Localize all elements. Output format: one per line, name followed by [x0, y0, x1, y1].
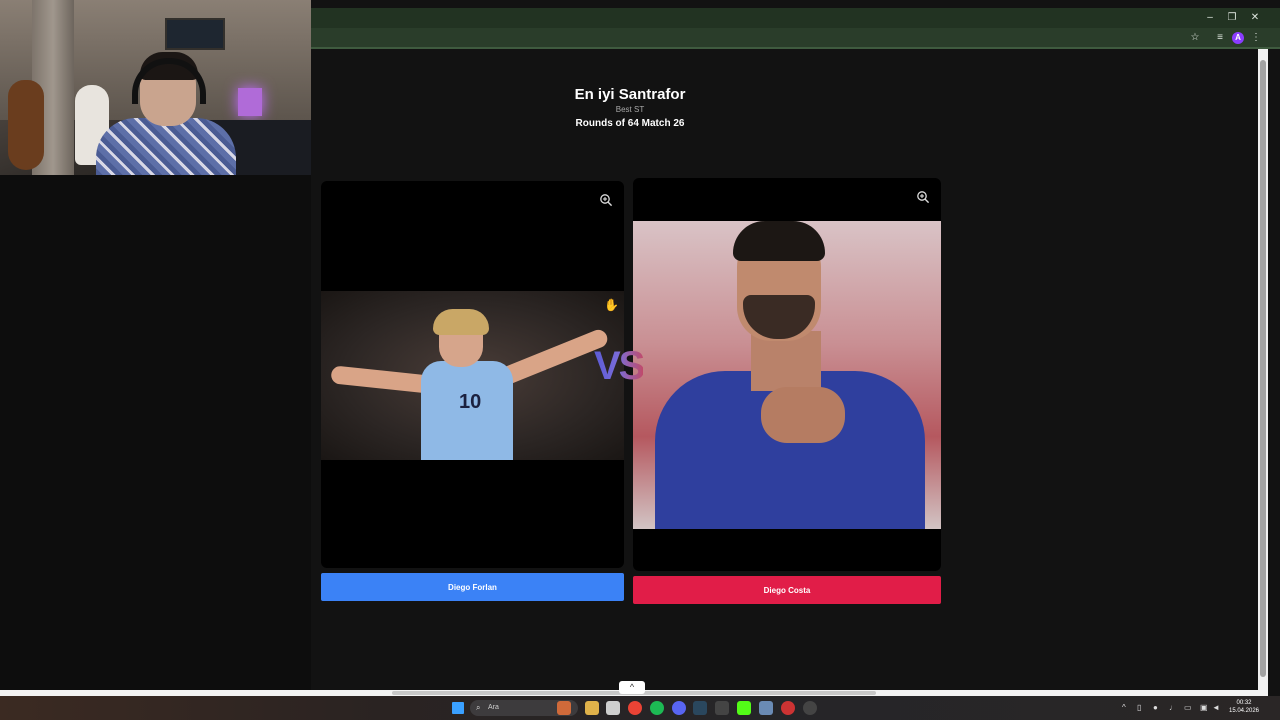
player-photo-right[interactable] [633, 221, 941, 529]
volume-icon[interactable]: ◄ [1212, 702, 1220, 714]
windows-start-icon[interactable] [452, 702, 464, 714]
minimize-button[interactable]: – [1199, 8, 1221, 28]
kick-icon[interactable] [737, 701, 751, 715]
network-icon[interactable]: ▣ [1200, 702, 1208, 714]
screen: – ❐ ✕ ☆ ≡ A ⋮ En iyi Santrafor Best ST R… [0, 0, 1280, 720]
vs-label: VS [594, 344, 645, 388]
menu-icon[interactable]: ⋮ [1249, 31, 1263, 45]
hand-cursor-icon: ✋ [604, 298, 619, 312]
restore-button[interactable]: ❐ [1221, 8, 1243, 28]
chrome-icon[interactable] [628, 701, 642, 715]
webcam-wall-picture [165, 18, 225, 50]
usb-icon[interactable]: ▯ [1137, 702, 1141, 714]
clock-time: 00:32 [1236, 700, 1252, 706]
clock-date: 15.04.2026 [1228, 708, 1260, 714]
discord-icon[interactable] [672, 701, 686, 715]
zoom-in-icon[interactable] [916, 190, 930, 204]
reading-list-icon[interactable]: ≡ [1213, 31, 1227, 45]
choose-left-button[interactable]: Diego Forlan [321, 573, 624, 601]
webcam-guitar [8, 80, 44, 170]
microphone-icon[interactable]: ♩ [1169, 702, 1177, 714]
taskbar-app-icon[interactable] [557, 701, 571, 715]
browser-titlebar [311, 8, 1280, 28]
jersey-number: 10 [459, 391, 482, 413]
obs-icon[interactable] [803, 701, 817, 715]
player-photo-left[interactable]: 10 [321, 291, 624, 460]
webcam-rgb-light [238, 88, 262, 116]
webcam-overlay [0, 0, 311, 175]
calendar-icon[interactable] [606, 701, 620, 715]
photo-hair [733, 221, 825, 261]
star-icon[interactable]: ☆ [1188, 31, 1202, 45]
profile-icon[interactable]: A [1232, 32, 1244, 44]
chevron-up-icon[interactable]: ^ [619, 681, 645, 694]
webcam-person-body [96, 118, 236, 175]
vertical-scroll-thumb[interactable] [1260, 60, 1266, 677]
terminal-icon[interactable] [715, 701, 729, 715]
search-placeholder: Ara [488, 704, 499, 711]
page-subtitle: Best ST [615, 105, 645, 114]
browser-divider [311, 47, 1280, 49]
taskbar-app-icon[interactable] [759, 701, 773, 715]
close-button[interactable]: ✕ [1244, 8, 1266, 28]
zoom-in-icon[interactable] [599, 193, 613, 207]
tray-app-icon[interactable]: ● [1153, 702, 1158, 714]
photo-hands [761, 387, 845, 443]
choose-right-button[interactable]: Diego Costa [633, 576, 941, 604]
keyboard-icon[interactable]: ▭ [1184, 702, 1192, 714]
browser-address-bar[interactable] [311, 28, 1280, 48]
chevron-up-icon[interactable]: ^ [1122, 702, 1126, 714]
search-icon: ⌕ [476, 703, 481, 712]
spotify-icon[interactable] [650, 701, 664, 715]
photo-hair [433, 309, 489, 335]
round-info: Rounds of 64 Match 26 [575, 118, 685, 129]
match-heading: En iyi Santrafor Best ST Rounds of 64 Ma… [520, 86, 740, 131]
steam-icon[interactable] [693, 701, 707, 715]
page-title: En iyi Santrafor [574, 86, 686, 103]
system-clock[interactable]: 00:32 15.04.2026 [1226, 699, 1262, 715]
browser-app-icon[interactable] [781, 701, 795, 715]
file-explorer-icon[interactable] [585, 701, 599, 715]
